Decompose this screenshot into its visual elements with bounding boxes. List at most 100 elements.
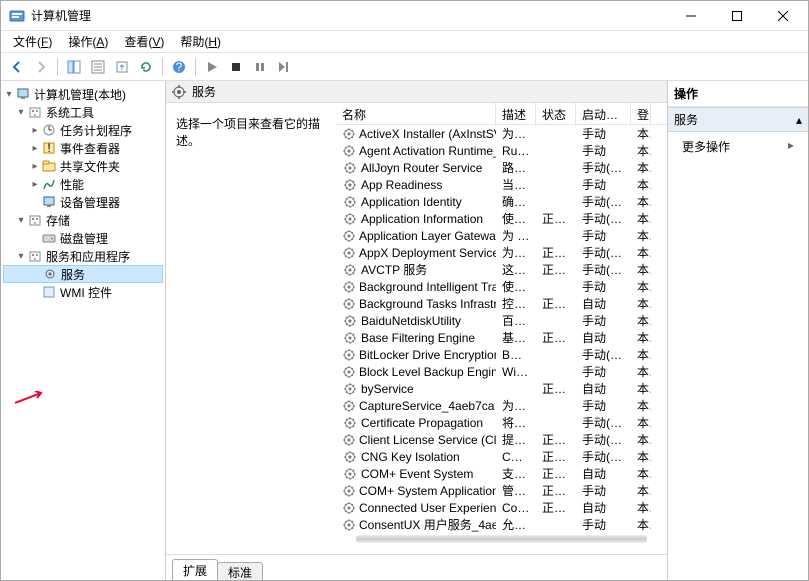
service-status: 正在…: [536, 210, 576, 227]
service-row[interactable]: Application Information使用…正在…手动(触发…本: [336, 210, 667, 227]
service-account: 本: [631, 227, 651, 244]
service-gear-icon: [342, 500, 356, 516]
service-row[interactable]: Connected User Experienc…Con…正在…自动本: [336, 499, 667, 516]
device-icon: [41, 194, 57, 210]
tree-item[interactable]: ▸!事件查看器: [3, 139, 163, 157]
service-row[interactable]: Agent Activation Runtime_…Run…手动本: [336, 142, 667, 159]
services-list[interactable]: 名称描述状态启动类型登 ActiveX Installer (AxInstSV)…: [336, 103, 667, 554]
disk-icon: [41, 230, 57, 246]
tree-root[interactable]: ▾计算机管理(本地): [3, 85, 163, 103]
service-desc: 这是…: [496, 261, 536, 278]
tree-item[interactable]: ▸性能: [3, 175, 163, 193]
properties-button[interactable]: [88, 57, 108, 77]
service-gear-icon: [342, 160, 358, 176]
service-row[interactable]: BitLocker Drive Encryption …BDE…手动(触发…本: [336, 346, 667, 363]
service-desc: 使用…: [496, 278, 536, 295]
column-header[interactable]: 登: [631, 103, 651, 124]
close-button[interactable]: [760, 1, 806, 30]
service-startup: 手动: [576, 482, 631, 499]
tree-item[interactable]: ▸共享文件夹: [3, 157, 163, 175]
tree-group[interactable]: ▾系统工具: [3, 103, 163, 121]
column-header[interactable]: 状态: [536, 103, 576, 124]
tree-item[interactable]: ▸任务计划程序: [3, 121, 163, 139]
service-row[interactable]: Background Tasks Infrastru…控制…正在…自动本: [336, 295, 667, 312]
tree-item[interactable]: WMI 控件: [3, 283, 163, 301]
separator: [162, 58, 163, 76]
service-row[interactable]: Base Filtering Engine基本…正在…自动本: [336, 329, 667, 346]
export-button[interactable]: [112, 57, 132, 77]
actions-section[interactable]: 服务 ▴: [668, 107, 808, 132]
service-desc: 为从…: [496, 125, 536, 142]
actions-pane: 操作 服务 ▴ 更多操作 ▸: [668, 81, 808, 580]
tree-item[interactable]: 设备管理器: [3, 193, 163, 211]
service-row[interactable]: Client License Service (Clip…提供…正在…手动(触发…: [336, 431, 667, 448]
service-name: App Readiness: [361, 178, 442, 192]
service-row[interactable]: Certificate Propagation将用…手动(触发…本: [336, 414, 667, 431]
service-row[interactable]: ConsentUX 用户服务_4aeb…允许…手动本: [336, 516, 667, 533]
column-header[interactable]: 名称: [336, 103, 496, 124]
service-row[interactable]: COM+ System Application管理…正在…手动本: [336, 482, 667, 499]
service-row[interactable]: AllJoyn Router Service路由…手动(触发…本: [336, 159, 667, 176]
service-account: 本: [631, 414, 651, 431]
pause-service-button[interactable]: [250, 57, 270, 77]
service-startup: 自动: [576, 499, 631, 516]
menu-a[interactable]: 操作(A): [60, 31, 116, 52]
service-row[interactable]: Block Level Backup Engine …Win…手动本: [336, 363, 667, 380]
service-row[interactable]: Background Intelligent Tra…使用…手动本: [336, 278, 667, 295]
service-name: Application Identity: [361, 195, 462, 209]
gear-icon: [42, 266, 58, 282]
tree-group[interactable]: ▾存储: [3, 211, 163, 229]
service-desc: 为 In…: [496, 227, 536, 244]
service-row[interactable]: CNG Key IsolationCNG…正在…手动(触发…本: [336, 448, 667, 465]
service-gear-icon: [342, 211, 358, 227]
back-button[interactable]: [7, 57, 27, 77]
service-name: CNG Key Isolation: [361, 450, 460, 464]
more-actions[interactable]: 更多操作 ▸: [668, 132, 808, 161]
menu-f[interactable]: 文件(F): [5, 31, 60, 52]
service-status: 正在…: [536, 380, 576, 397]
show-hide-tree-button[interactable]: [64, 57, 84, 77]
service-row[interactable]: COM+ Event System支持…正在…自动本: [336, 465, 667, 482]
service-gear-icon: [342, 449, 358, 465]
service-row[interactable]: AppX Deployment Service (…为部…正在…手动(触发…本: [336, 244, 667, 261]
service-row[interactable]: Application Identity确定…手动(触发…本: [336, 193, 667, 210]
restart-service-button[interactable]: [274, 57, 294, 77]
service-row[interactable]: BaiduNetdiskUtility百度…手动本: [336, 312, 667, 329]
menu-h[interactable]: 帮助(H): [172, 31, 229, 52]
tab-standard[interactable]: 标准: [217, 562, 263, 580]
forward-button[interactable]: [31, 57, 51, 77]
service-row[interactable]: ActiveX Installer (AxInstSV)为从…手动本: [336, 125, 667, 142]
stop-service-button[interactable]: [226, 57, 246, 77]
nav-tree[interactable]: ▾计算机管理(本地)▾系统工具▸任务计划程序▸!事件查看器▸共享文件夹▸性能设备…: [1, 81, 166, 580]
column-header[interactable]: 描述: [496, 103, 536, 124]
service-startup: 自动: [576, 380, 631, 397]
menu-v[interactable]: 查看(V): [116, 31, 172, 52]
service-account: 本: [631, 278, 651, 295]
tab-extended[interactable]: 扩展: [172, 559, 218, 580]
service-name: Application Information: [361, 212, 483, 226]
tree-item[interactable]: 磁盘管理: [3, 229, 163, 247]
service-row[interactable]: byService正在…自动本: [336, 380, 667, 397]
maximize-button[interactable]: [714, 1, 760, 30]
service-row[interactable]: AVCTP 服务这是…正在…手动(触发…本: [336, 261, 667, 278]
service-row[interactable]: CaptureService_4aeb7ca为调…手动本: [336, 397, 667, 414]
column-header[interactable]: 启动类型: [576, 103, 631, 124]
tree-group[interactable]: ▾服务和应用程序: [3, 247, 163, 265]
service-desc: 将用…: [496, 414, 536, 431]
refresh-button[interactable]: [136, 57, 156, 77]
service-gear-icon: [342, 517, 356, 533]
tree-item[interactable]: 服务: [3, 265, 163, 283]
service-row[interactable]: Application Layer Gateway …为 In…手动本: [336, 227, 667, 244]
start-service-button[interactable]: [202, 57, 222, 77]
minimize-button[interactable]: [668, 1, 714, 30]
service-name: ActiveX Installer (AxInstSV): [359, 127, 496, 141]
service-row[interactable]: App Readiness当用…手动本: [336, 176, 667, 193]
service-gear-icon: [342, 415, 358, 431]
service-account: 本: [631, 397, 651, 414]
actions-section-label: 服务: [674, 111, 698, 128]
help-button[interactable]: ?: [169, 57, 189, 77]
service-account: 本: [631, 499, 651, 516]
service-startup: 手动: [576, 278, 631, 295]
horizontal-scrollbar[interactable]: [356, 535, 647, 543]
actions-title: 操作: [668, 81, 808, 107]
